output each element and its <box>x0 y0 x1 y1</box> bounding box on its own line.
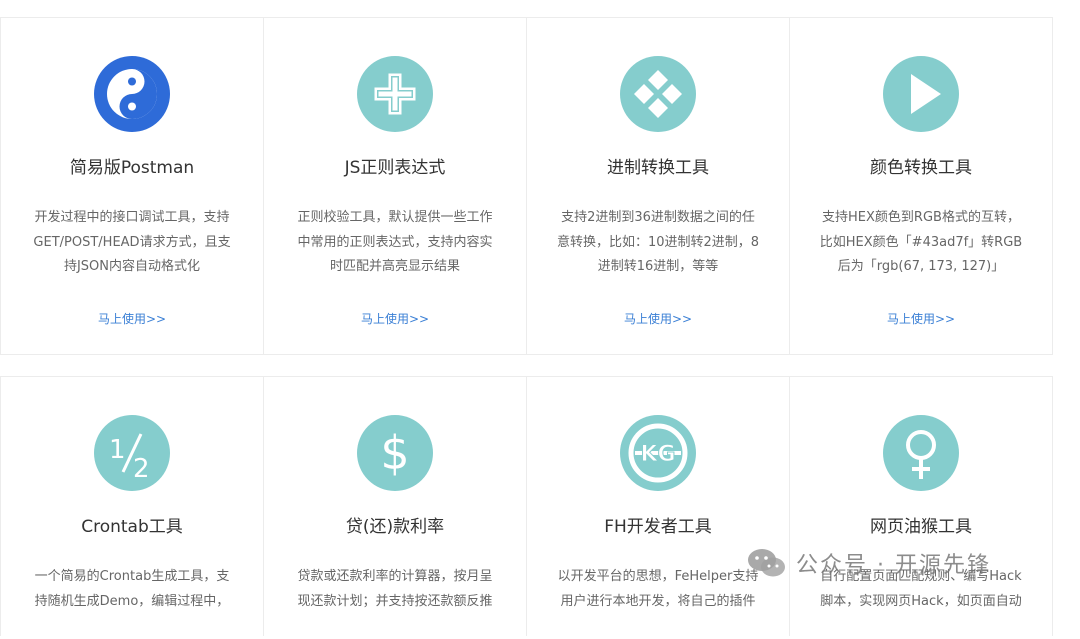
card-description: 开发过程中的接口调试工具，支持 GET/POST/HEAD请求方式，且支 持JS… <box>33 210 231 274</box>
card-userscript[interactable]: 网页油猴工具 自行配置页面匹配规则、编写Hack 脚本，实现网页Hack，如页面… <box>789 376 1053 636</box>
one-half-icon: 1 2 <box>94 415 170 491</box>
wechat-icon <box>748 549 785 577</box>
card-description: 支持HEX颜色到RGB格式的互转， 比如HEX颜色「#43ad7f」转RGB 后… <box>819 210 1023 274</box>
card-fh-devtools[interactable]: KG FH开发者工具 以开发平台的思想，FeHelper支持 用户进行本地开发，… <box>526 376 790 636</box>
plus-icon <box>357 56 433 132</box>
card-description: 贷款或还款利率的计算器，按月呈 现还款计划；并支持按还款额反推 <box>297 569 493 609</box>
svg-text:1: 1 <box>109 435 126 465</box>
svg-text:$: $ <box>380 426 409 480</box>
card-js-regex[interactable]: JS正则表达式 正则校验工具，默认提供一些工作 中常用的正则表达式，支持内容实 … <box>263 17 527 355</box>
card-title: 网页油猴工具 <box>870 517 972 537</box>
card-title: 颜色转换工具 <box>870 158 972 178</box>
wechat-watermark: 公众号 · 开源先锋 <box>746 546 991 580</box>
card-color-converter[interactable]: 颜色转换工具 支持HEX颜色到RGB格式的互转， 比如HEX颜色「#43ad7f… <box>789 17 1053 355</box>
yin-yang-icon <box>94 56 170 132</box>
use-now-link[interactable]: 马上使用>> <box>624 310 692 327</box>
card-postman[interactable]: 简易版Postman 开发过程中的接口调试工具，支持 GET/POST/HEAD… <box>0 17 264 355</box>
card-title: 简易版Postman <box>69 158 195 178</box>
card-title: JS正则表达式 <box>344 158 446 178</box>
card-radix-converter[interactable]: 进制转换工具 支持2进制到36进制数据之间的任 意转换，比如：10进制转2进制，… <box>526 17 790 355</box>
card-title: FH开发者工具 <box>604 517 712 537</box>
use-now-link[interactable]: 马上使用>> <box>361 310 429 327</box>
watermark-text: 公众号 · 开源先锋 <box>796 553 991 578</box>
tool-cards-row-1: 简易版Postman 开发过程中的接口调试工具，支持 GET/POST/HEAD… <box>0 17 1058 355</box>
use-now-link[interactable]: 马上使用>> <box>887 310 955 327</box>
card-description: 以开发平台的思想，FeHelper支持 用户进行本地开发，将自己的插件 <box>557 569 759 609</box>
card-crontab[interactable]: 1 2 Crontab工具 一个简易的Crontab生成工具，支 持随机生成De… <box>0 376 264 636</box>
card-description: 一个简易的Crontab生成工具，支 持随机生成Demo，编辑过程中， <box>34 569 230 609</box>
use-now-link[interactable]: 马上使用>> <box>98 310 166 327</box>
female-symbol-icon <box>883 415 959 491</box>
play-icon <box>883 56 959 132</box>
svg-text:2: 2 <box>133 454 150 484</box>
kg-logo-icon: KG <box>620 415 696 491</box>
card-title: 进制转换工具 <box>607 158 709 178</box>
tool-cards-row-2: 1 2 Crontab工具 一个简易的Crontab生成工具，支 持随机生成De… <box>0 376 1058 636</box>
card-title: Crontab工具 <box>81 517 183 537</box>
card-title: 贷(还)款利率 <box>345 517 445 537</box>
card-loan-rate[interactable]: $ 贷(还)款利率 贷款或还款利率的计算器，按月呈 现还款计划；并支持按还款额反… <box>263 376 527 636</box>
card-description: 支持2进制到36进制数据之间的任 意转换，比如：10进制转2进制，8 进制转16… <box>556 210 760 274</box>
svg-text:KG: KG <box>640 442 675 467</box>
diamonds-icon <box>620 56 696 132</box>
dollar-icon: $ <box>357 415 433 491</box>
card-description: 正则校验工具，默认提供一些工作 中常用的正则表达式，支持内容实 时匹配并高亮显示… <box>297 210 493 274</box>
